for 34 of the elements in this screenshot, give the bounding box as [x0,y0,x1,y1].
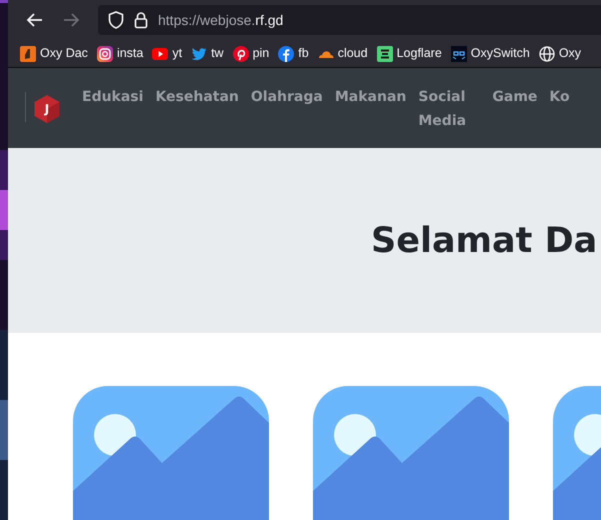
bird-icon [191,46,208,62]
globe-icon [538,46,555,62]
forward-arrow-icon [62,12,80,28]
nav-link[interactable]: Social Media [418,85,480,133]
nav-link[interactable]: Game [492,85,538,133]
bookmark[interactable]: tw [191,44,224,63]
nav-link[interactable]: Edukasi [82,85,144,133]
bookmark[interactable]: cloud [318,44,368,63]
list-icon [376,46,393,62]
logo[interactable]: J [32,94,62,124]
camera-icon [96,46,113,62]
nav-link[interactable]: Kesehatan [155,85,239,133]
shield-icon [108,11,124,29]
grid-icon [450,46,467,62]
hero-title: Selamat Da [371,220,598,260]
url-text: https://webjose.rf.gd [158,10,284,30]
bookmark[interactable]: Logflare [376,44,442,63]
back-arrow-icon [26,12,44,28]
bookmark[interactable]: OxySwitch [450,44,530,63]
bookmark[interactable]: yt [152,44,182,63]
address-bar[interactable]: https://webjose.rf.gd [98,5,601,35]
bookmark[interactable]: Oxy Dac [20,44,88,63]
bookmark[interactable]: Oxy [538,44,582,63]
play-icon [152,46,168,62]
nav-link[interactable]: Olahraga [250,85,323,133]
bookmark[interactable]: pin [232,44,270,63]
square-icon [20,46,36,62]
bookmark[interactable]: insta [96,44,144,63]
nav-link[interactable]: Makanan [334,85,406,133]
pin-icon [232,46,249,62]
bookmark[interactable]: fb [278,44,309,63]
circle-icon [278,46,294,62]
nav-link[interactable]: Ko [549,85,570,133]
lock-icon [134,11,148,29]
